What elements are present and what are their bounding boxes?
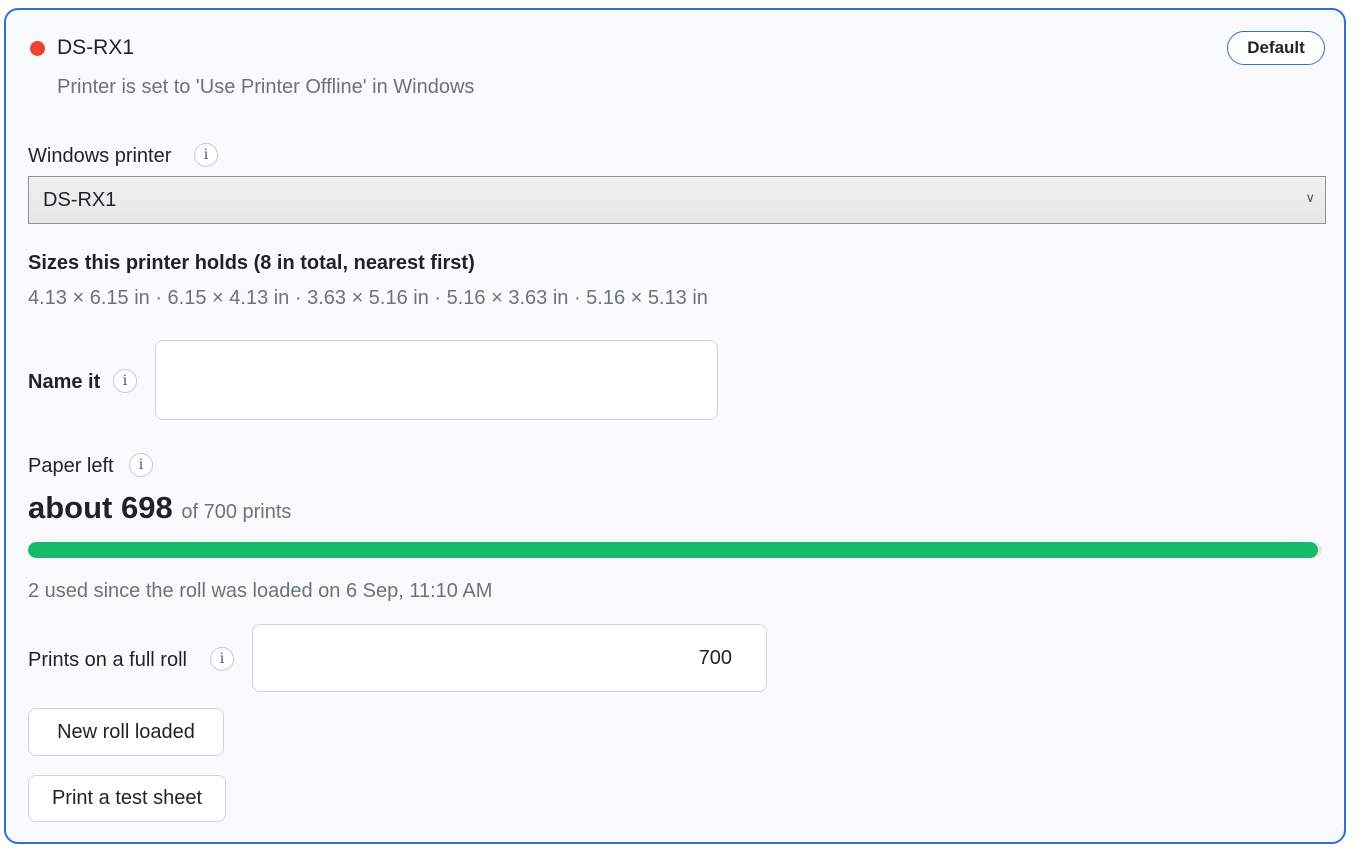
paper-total-text: of 700 prints	[181, 501, 292, 523]
new-roll-loaded-button[interactable]: New roll loaded	[28, 708, 224, 756]
print-test-sheet-button[interactable]: Print a test sheet	[28, 775, 226, 822]
windows-printer-info-icon[interactable]: i	[194, 143, 218, 167]
name-it-input[interactable]	[155, 340, 718, 420]
printer-card: DS-RX1 Printer is set to 'Use Printer Of…	[4, 8, 1346, 844]
windows-printer-select[interactable]: DS-RX1 ∨	[28, 176, 1326, 224]
printer-status-text: Printer is set to 'Use Printer Offline' …	[57, 76, 475, 98]
name-it-label: Name it	[28, 371, 101, 393]
paper-left-label: Paper left	[28, 455, 114, 477]
name-it-info-icon[interactable]: i	[113, 369, 137, 393]
paper-remaining-count: about 698	[28, 490, 173, 525]
offline-status-dot	[30, 41, 45, 56]
paper-remaining: about 698 of 700 prints	[28, 490, 291, 526]
chevron-down-icon: ∨	[1305, 190, 1315, 205]
windows-printer-label: Windows printer	[28, 145, 172, 167]
full-roll-info-icon[interactable]: i	[210, 647, 234, 671]
full-roll-input[interactable]	[252, 624, 767, 692]
paper-progress-bar	[28, 542, 1322, 558]
paper-progress-fill	[28, 542, 1319, 558]
full-roll-label: Prints on a full roll	[28, 649, 187, 671]
paper-used-text: 2 used since the roll was loaded on 6 Se…	[28, 580, 493, 602]
printer-name: DS-RX1	[57, 36, 135, 59]
sizes-list: 4.13 × 6.15 in · 6.15 × 4.13 in · 3.63 ×…	[28, 287, 708, 309]
sizes-heading: Sizes this printer holds (8 in total, ne…	[28, 252, 475, 274]
paper-left-info-icon[interactable]: i	[129, 453, 153, 477]
default-button[interactable]: Default	[1227, 31, 1325, 65]
windows-printer-selected: DS-RX1	[43, 188, 117, 211]
